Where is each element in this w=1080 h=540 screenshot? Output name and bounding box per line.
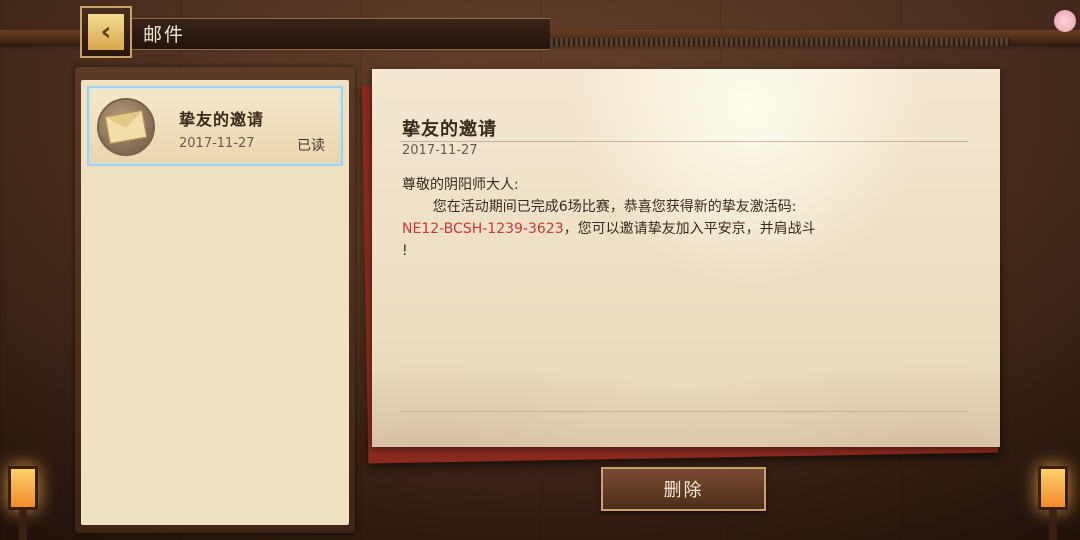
mail-list-item[interactable]: 挚友的邀请 2017-11-27 已读 bbox=[87, 86, 343, 166]
letter-line1: 您在活动期间已完成6场比赛，恭喜您获得新的挚友激活码: bbox=[432, 199, 797, 215]
letter-line3: ! bbox=[402, 243, 408, 259]
letter-body: 尊敬的阴阳师大人: 您在活动期间已完成6场比赛，恭喜您获得新的挚友激活码: NE… bbox=[402, 174, 962, 262]
envelope-shape bbox=[104, 109, 148, 145]
back-button[interactable]: ‹ bbox=[80, 6, 132, 58]
envelope-icon bbox=[97, 98, 155, 156]
letter-line2: NE12-BCSH-1239-3623，您可以邀请挚友加入平安京，并肩战斗 bbox=[402, 218, 962, 240]
lantern-right bbox=[1038, 466, 1068, 510]
letter-divider-bottom bbox=[400, 411, 968, 412]
mail-item-date: 2017-11-27 bbox=[179, 136, 255, 151]
paper-decoration bbox=[372, 317, 1000, 447]
letter-title: 挚友的邀请 bbox=[402, 119, 497, 140]
delete-button[interactable]: 删除 bbox=[601, 467, 766, 511]
letter-line2-rest: ，您可以邀请挚友加入平安京，并肩战斗 bbox=[563, 221, 816, 237]
letter-paper: 挚友的邀请 2017-11-27 尊敬的阴阳师大人: 您在活动期间已完成6场比赛… bbox=[372, 69, 1000, 447]
chevron-left-icon: ‹ bbox=[88, 14, 124, 50]
mail-item-status: 已读 bbox=[297, 138, 325, 154]
letter-date: 2017-11-27 bbox=[402, 143, 478, 158]
letter-divider-top bbox=[400, 141, 968, 142]
activation-code: NE12-BCSH-1239-3623 bbox=[402, 221, 564, 237]
letter-greeting: 尊敬的阴阳师大人: bbox=[402, 177, 519, 193]
page-title: 邮件 bbox=[143, 24, 186, 46]
lantern-left bbox=[8, 466, 38, 510]
lantern-right-post bbox=[1049, 510, 1057, 540]
header-bar bbox=[130, 18, 550, 50]
lantern-left-post bbox=[19, 510, 27, 540]
header: ‹ 邮件 bbox=[0, 0, 1080, 62]
mail-item-title: 挚友的邀请 bbox=[179, 110, 265, 129]
